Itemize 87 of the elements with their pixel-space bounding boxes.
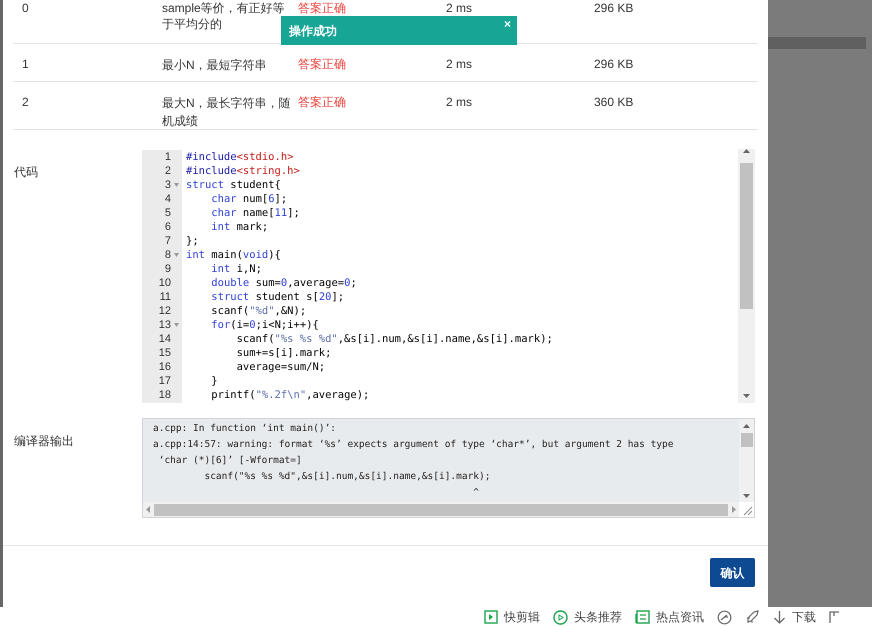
code-line: char name[11]; xyxy=(210,206,301,220)
table-cell-line: sample等价，有正好等 xyxy=(162,0,285,16)
line-number: 9 xyxy=(164,262,171,276)
scroll-up-icon[interactable] xyxy=(743,424,750,428)
fold-caret-icon[interactable] xyxy=(174,323,178,327)
fold-caret-icon[interactable] xyxy=(174,183,178,187)
code-line: for(i=0;i<N;i++){ xyxy=(210,318,320,332)
table-cell-text: 2 ms xyxy=(446,94,474,110)
code-line: struct student s[20]; xyxy=(210,290,346,304)
line-number: 2 xyxy=(164,164,171,178)
field-label: 代码 xyxy=(13,164,39,181)
toast-message: 操作成功 xyxy=(289,22,337,40)
output-line: scanf("%s %s %d",&s[i].num,&s[i].name,&s[i].mark); xyxy=(203,470,490,484)
vertical-scrollbar[interactable] xyxy=(739,419,754,502)
output-line: a.cpp: In function ‘int main()’: xyxy=(153,422,336,436)
code-line: char num[6]; xyxy=(210,192,288,206)
scroll-down-icon[interactable] xyxy=(743,494,750,498)
code-line: scanf("%s %s %d",&s[i].num,&s[i].name,&s[i].mark); xyxy=(236,332,553,346)
line-number: 12 xyxy=(158,304,171,318)
table-cell-text: 答案正确 xyxy=(298,94,347,110)
line-number: 6 xyxy=(164,220,171,234)
line-number: 3 xyxy=(164,178,171,192)
table-cell-text: 2 ms xyxy=(446,56,474,72)
code-line: struct student{ xyxy=(186,178,282,192)
taskbar-item[interactable]: 头条推荐 xyxy=(553,607,622,627)
line-number: 7 xyxy=(164,234,171,248)
play-square-icon xyxy=(484,610,498,624)
window-icon xyxy=(829,610,839,624)
table-cell: 296 KB xyxy=(594,56,634,72)
download-icon xyxy=(773,610,786,624)
code-line: scanf("%d",&N); xyxy=(210,304,308,318)
code-line: double sum=0,average=0; xyxy=(210,276,358,290)
code-line: average=sum/N; xyxy=(236,360,326,374)
rocket-icon xyxy=(745,610,760,624)
line-number: 16 xyxy=(158,360,171,374)
scrollbar-thumb[interactable] xyxy=(740,433,752,447)
table-cell-line: 于平均分的 xyxy=(162,16,222,32)
table-cell-text: 1 xyxy=(21,56,30,72)
output-line: a.cpp:14:57: warning: format ‘%s’ expects argument of type ‘char*’, but argument 2 has type xyxy=(153,438,674,452)
scroll-down-icon[interactable] xyxy=(743,394,750,398)
code-line: } xyxy=(210,374,219,388)
table-cell-text: 最小N，最短字符串 xyxy=(162,57,268,74)
line-number: 13 xyxy=(158,318,171,332)
code-line: }; xyxy=(186,234,200,248)
line-number: 17 xyxy=(158,374,171,388)
line-number: 14 xyxy=(158,332,171,346)
scroll-up-icon[interactable] xyxy=(743,149,750,153)
line-number: 15 xyxy=(158,346,171,360)
taskbar-item[interactable]: 热点资讯 xyxy=(635,607,704,627)
line-number: 11 xyxy=(160,290,171,304)
table-cell-text: 0 xyxy=(21,0,30,16)
table-cell-text: 答案正确 xyxy=(298,0,347,16)
table-cell-text: 2 ms xyxy=(446,0,474,16)
table-cell-text: 2 xyxy=(21,94,30,110)
line-number: 8 xyxy=(164,248,171,262)
code-line: int i,N; xyxy=(210,262,263,276)
line-number: 4 xyxy=(164,192,171,206)
line-number: 1 xyxy=(164,150,171,164)
code-line: int mark; xyxy=(210,220,270,234)
line-number: 10 xyxy=(158,276,171,290)
line-number: 5 xyxy=(164,206,171,220)
table-cell: 360 KB xyxy=(594,94,634,110)
code-line: printf("%.2f\n",average); xyxy=(210,388,370,402)
output-line: ‘char (*)[6]’ [-Wformat=] xyxy=(158,454,302,468)
confirm-button[interactable]: 确认 xyxy=(710,558,755,587)
table-cell-text: 最大N，最长字符串，随机成绩 xyxy=(162,95,292,130)
code-line: #include<string.h> xyxy=(186,164,301,178)
code-line: #include<stdio.h> xyxy=(186,150,294,164)
table-cell-text: 答案正确 xyxy=(298,56,347,72)
output-box[interactable] xyxy=(142,418,755,518)
line-number: 18 xyxy=(158,388,171,402)
gauge-icon xyxy=(717,610,732,624)
news-icon xyxy=(635,610,650,624)
play-circle-icon xyxy=(553,610,568,624)
output-line: ^ xyxy=(472,486,480,500)
code-line: int main(void){ xyxy=(186,248,282,262)
fold-caret-icon[interactable] xyxy=(174,253,178,257)
scroll-left-icon[interactable] xyxy=(146,506,150,513)
scrollbar-thumb[interactable] xyxy=(740,163,753,309)
table-cell: 296 KB xyxy=(594,0,634,16)
scroll-right-icon[interactable] xyxy=(732,506,736,513)
field-label: 编译器输出 xyxy=(13,433,75,450)
code-line: sum+=s[i].mark; xyxy=(236,346,332,360)
vertical-scrollbar[interactable] xyxy=(738,149,755,403)
taskbar-item[interactable]: 快剪辑 xyxy=(484,607,540,627)
resize-handle-icon[interactable] xyxy=(739,502,754,517)
taskbar-item[interactable]: 下载 xyxy=(773,607,816,627)
